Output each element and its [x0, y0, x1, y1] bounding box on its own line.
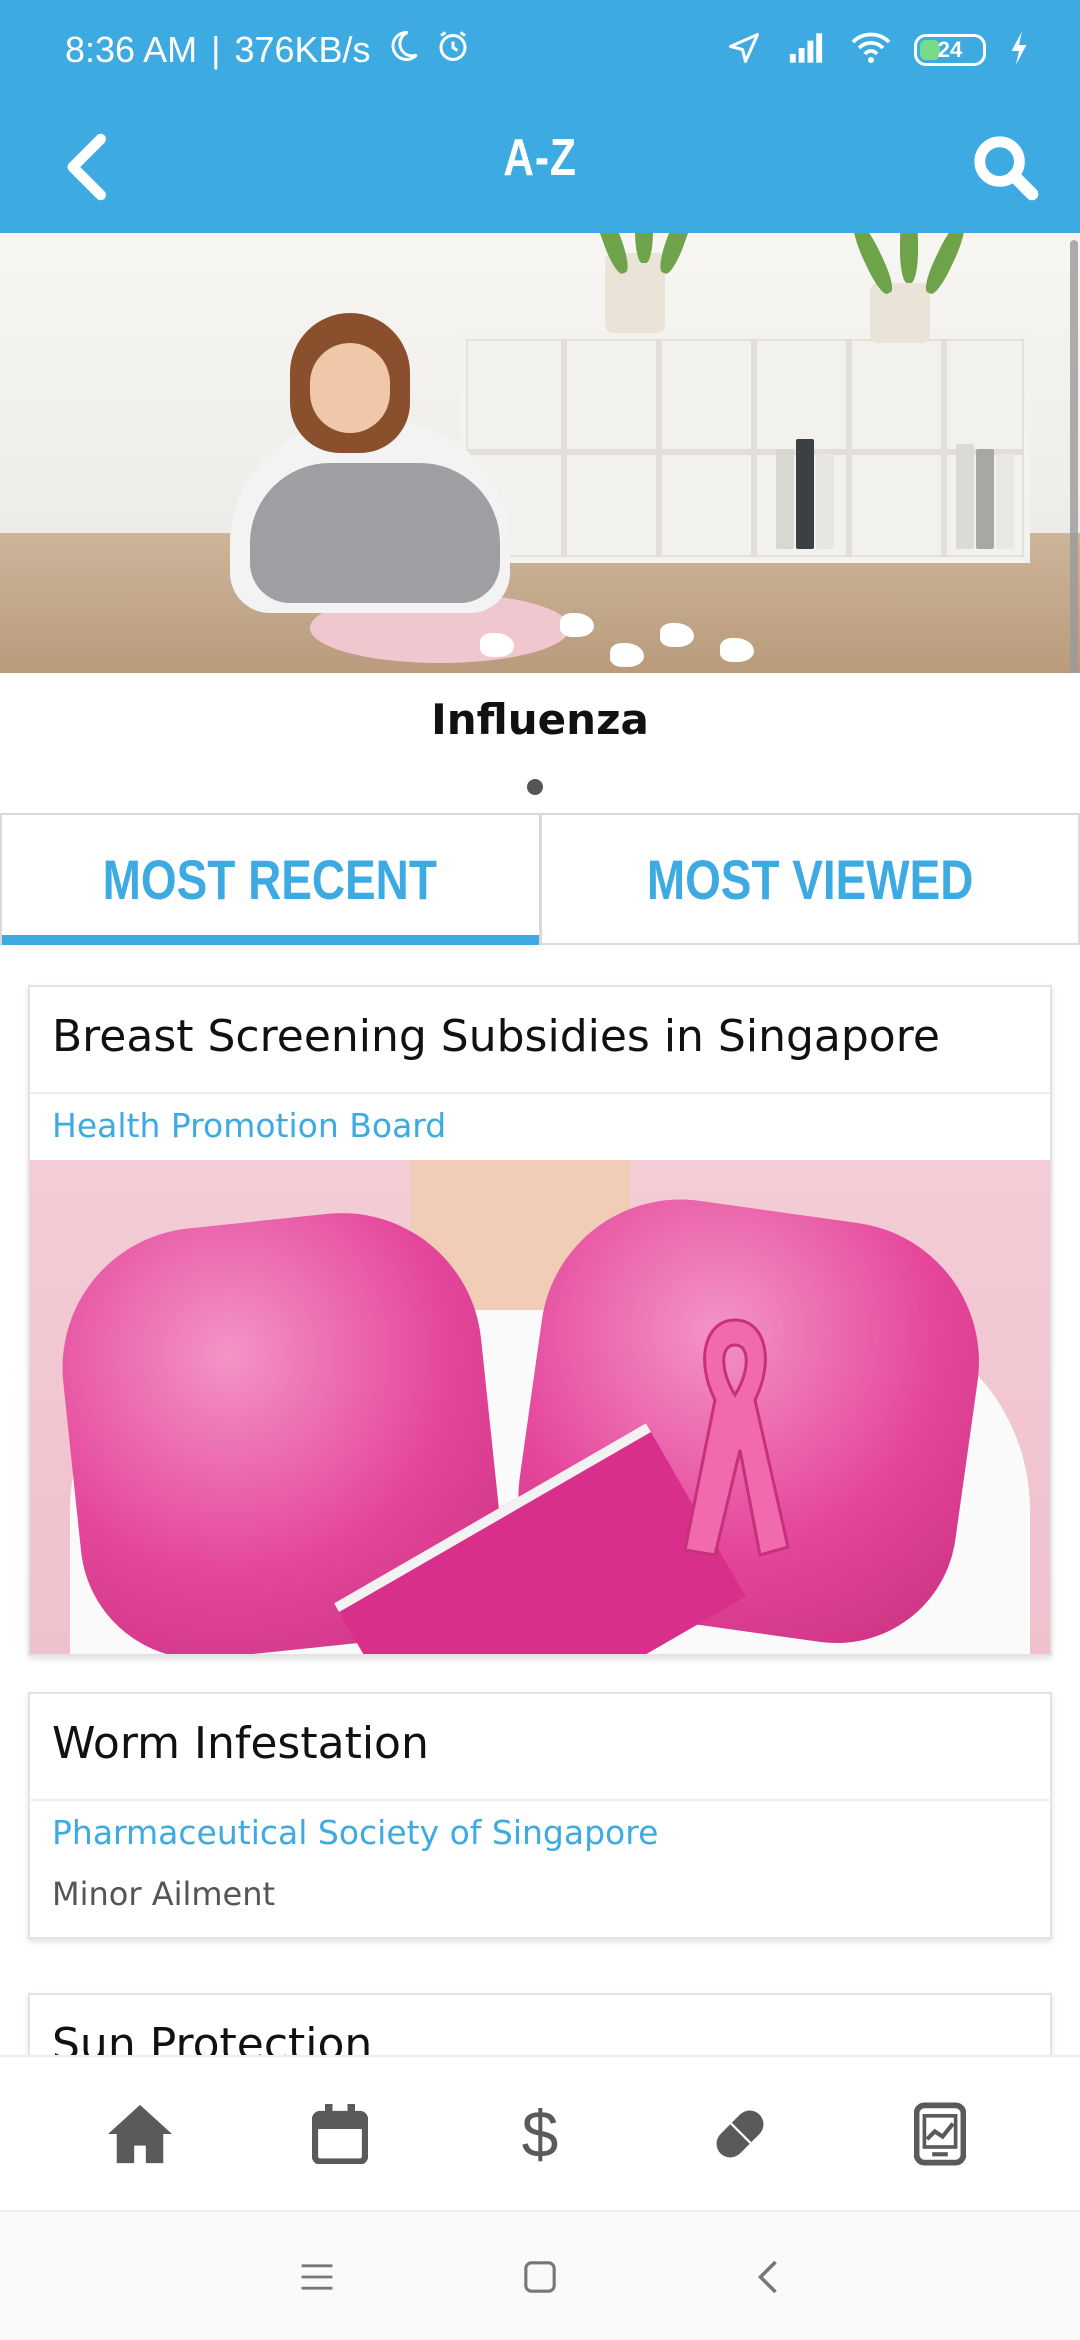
bottom-navigation: $: [0, 2055, 1080, 2210]
article-title: Worm Infestation: [52, 1718, 429, 1769]
nav-medication[interactable]: [685, 2079, 795, 2189]
system-back-button[interactable]: [733, 2242, 803, 2312]
network-speed: 376KB/s: [234, 29, 371, 70]
back-chevron-icon: [757, 2260, 777, 2294]
charging-icon: [1008, 30, 1030, 70]
system-home-button[interactable]: [505, 2242, 575, 2312]
article-card[interactable]: Breast Screening Subsidies in Singapore …: [28, 985, 1052, 1656]
nav-health-report[interactable]: [885, 2079, 995, 2189]
app-bar: A-Z: [0, 100, 1080, 233]
pink-ribbon-icon: [683, 1318, 790, 1557]
article-title: Breast Screening Subsidies in Singapore: [52, 1011, 940, 1062]
article-category: Minor Ailment: [52, 1875, 276, 1913]
health-report-icon: [914, 2102, 966, 2165]
dollar-icon: $: [521, 2096, 559, 2171]
battery-level: 24: [937, 37, 963, 62]
hero-banner-image[interactable]: [0, 233, 1080, 673]
tab-label: MOST VIEWED: [646, 847, 974, 911]
article-title: Sun Protection: [52, 2019, 373, 2055]
article-card[interactable]: Sun Protection: [28, 1993, 1052, 2055]
alarm-icon: [435, 28, 471, 73]
system-menu-button[interactable]: [282, 2242, 352, 2312]
search-icon: [974, 136, 1039, 201]
moon-icon: [385, 28, 421, 73]
search-button[interactable]: [960, 122, 1050, 212]
status-bar: 8:36 AM | 376KB/s 24: [0, 0, 1080, 100]
article-source: Pharmaceutical Society of Singapore: [52, 1813, 659, 1852]
tab-label: MOST RECENT: [103, 847, 438, 911]
wifi-icon: [850, 30, 892, 70]
article-source: Health Promotion Board: [52, 1106, 447, 1145]
page-title: A-Z: [503, 129, 577, 187]
tab-most-recent[interactable]: MOST RECENT: [0, 813, 541, 945]
status-time: 8:36 AM: [65, 29, 198, 70]
article-image: [30, 1160, 1050, 1654]
nav-finance[interactable]: $: [485, 2079, 595, 2189]
article-list[interactable]: Breast Screening Subsidies in Singapore …: [0, 945, 1080, 2055]
status-left: 8:36 AM | 376KB/s: [65, 24, 471, 76]
home-icon: [108, 2104, 172, 2163]
menu-icon: [301, 2264, 333, 2290]
signal-icon: [784, 30, 828, 70]
system-navigation-bar: [0, 2210, 1080, 2340]
article-card[interactable]: Worm Infestation Pharmaceutical Society …: [28, 1692, 1052, 1939]
hero-title[interactable]: Influenza: [0, 695, 1080, 744]
top-bar: 8:36 AM | 376KB/s 24 A-Z: [0, 0, 1080, 233]
article-tabs: MOST RECENT MOST VIEWED: [0, 813, 1080, 945]
status-separator: |: [211, 29, 221, 70]
calendar-icon: [312, 2103, 368, 2164]
tab-most-viewed[interactable]: MOST VIEWED: [540, 813, 1080, 945]
carousel-page-indicator: [527, 779, 543, 795]
battery-icon: 24: [914, 34, 986, 66]
nav-calendar[interactable]: [285, 2079, 395, 2189]
hero-caption: Influenza: [0, 673, 1080, 813]
home-square-icon: [524, 2261, 556, 2293]
status-right: 24: [726, 24, 1030, 76]
shelf-illustration: [460, 333, 1030, 563]
pill-icon: [716, 2110, 764, 2157]
location-icon: [726, 30, 762, 70]
nav-home[interactable]: [85, 2079, 195, 2189]
